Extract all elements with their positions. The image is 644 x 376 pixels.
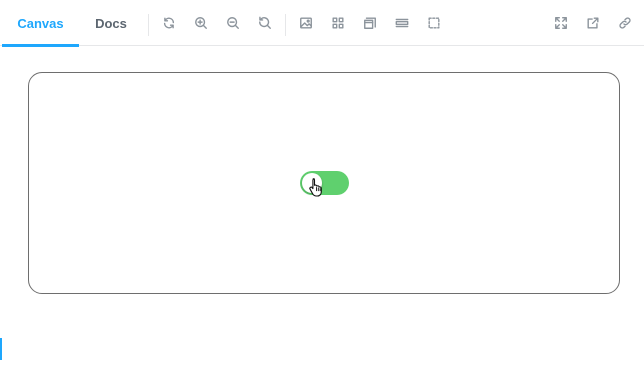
zoom-out-icon[interactable] — [225, 15, 241, 31]
reload-icon[interactable] — [161, 15, 177, 31]
storybook-app: Canvas Docs — [0, 0, 644, 376]
tab-canvas[interactable]: Canvas — [2, 0, 79, 47]
toolbar-divider — [285, 14, 286, 36]
hand-cursor-icon — [309, 178, 322, 197]
grid-icon[interactable] — [330, 15, 346, 31]
background-icon[interactable] — [298, 15, 314, 31]
tab-docs[interactable]: Docs — [84, 0, 138, 46]
zoom-in-icon[interactable] — [193, 15, 209, 31]
zoom-reset-icon[interactable] — [257, 15, 273, 31]
open-new-tab-icon[interactable] — [585, 15, 601, 31]
measure-icon[interactable] — [394, 15, 410, 31]
resize-handle[interactable] — [0, 338, 2, 360]
toolbar: Canvas Docs — [0, 0, 644, 47]
outline-icon[interactable] — [426, 15, 442, 31]
copy-link-icon[interactable] — [617, 15, 633, 31]
viewport-icon[interactable] — [362, 15, 378, 31]
story-container — [28, 72, 620, 294]
fullscreen-icon[interactable] — [553, 15, 569, 31]
preview-canvas — [0, 47, 644, 376]
toolbar-divider — [148, 14, 149, 36]
